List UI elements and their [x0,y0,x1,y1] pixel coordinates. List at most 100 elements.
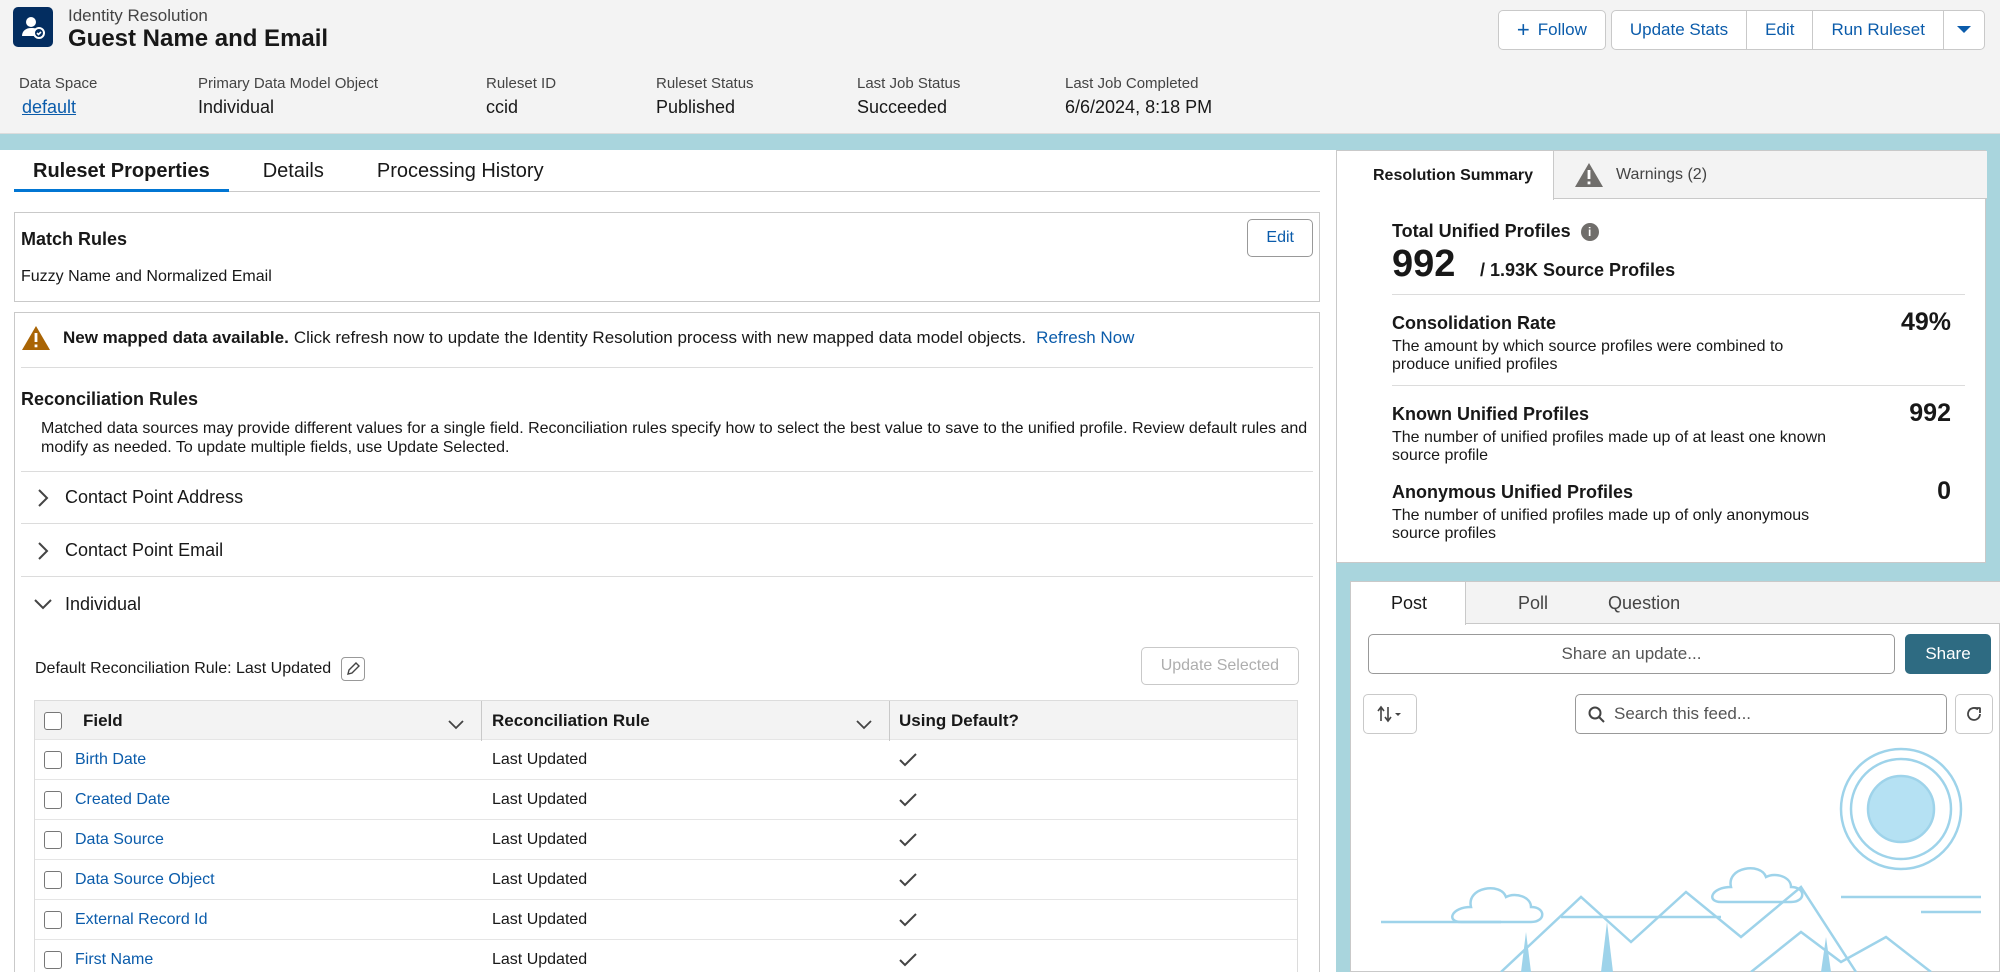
share-button[interactable]: Share [1905,634,1991,674]
match-rules-title: Match Rules [21,229,128,249]
chevron-down-icon [1957,26,1971,33]
check-icon [899,820,917,860]
table-row: Data Source Last Updated [34,820,1298,860]
divider [1392,294,1965,295]
consolidation-rate-desc: The amount by which source profiles were… [1392,338,1784,373]
tab-resolution-summary[interactable]: Resolution Summary [1337,151,1555,200]
tab-post[interactable]: Post [1351,582,1467,625]
field-link[interactable]: First Name [75,940,153,972]
known-unified-desc: The number of unified profiles made up o… [1392,429,1827,464]
known-unified-value: 992 [1909,399,1951,427]
column-divider [481,701,482,741]
anonymous-unified-desc: The number of unified profiles made up o… [1392,507,1810,542]
plus-icon: + [1516,17,1530,42]
refresh-icon [1967,707,1981,721]
object-type-label: Identity Resolution [68,6,208,25]
chatter-feed-card: Post Poll Question Share an update... Sh… [1350,581,2000,972]
field-link[interactable]: Birth Date [75,740,146,780]
edit-button[interactable]: Edit [1747,10,1814,50]
row-checkbox[interactable] [44,911,62,929]
reconciliation-rules-description: Matched data sources may provide differe… [41,420,1308,456]
match-rules-edit-button[interactable]: Edit [1247,219,1313,257]
sort-icon [1377,705,1401,723]
field-data-space: Data Space default [19,75,98,118]
tab-processing-history[interactable]: Processing History [343,160,563,192]
check-icon [899,860,917,900]
table-row: Birth Date Last Updated [34,740,1298,780]
table-header: Field Reconciliation Rule Using Default? [34,700,1298,741]
warning-icon [22,326,50,350]
match-rules-card: Match Rules Edit Fuzzy Name and Normaliz… [14,212,1320,302]
chevron-down-icon [21,598,65,610]
sort-feed-button[interactable] [1363,694,1417,734]
check-icon [899,740,917,780]
run-ruleset-button[interactable]: Run Ruleset [1813,10,1944,50]
field-ruleset-status: Ruleset Status Published [656,75,754,117]
field-link[interactable]: Data Source [75,820,164,860]
row-checkbox[interactable] [44,751,62,769]
reconciliation-rules-title: Reconciliation Rules [21,389,199,409]
column-using-default: Using Default? [899,711,1019,730]
table-row: Data Source Object Last Updated [34,860,1298,900]
field-link[interactable]: Created Date [75,780,170,820]
update-selected-button[interactable]: Update Selected [1140,647,1299,685]
known-unified-label: Known Unified Profiles [1392,404,1590,424]
divider [21,367,1313,368]
search-feed-input[interactable]: Search this feed... [1575,694,1947,734]
empty-feed-illustration [1381,747,1981,972]
chevron-down-icon[interactable] [856,715,872,735]
field-last-job-status: Last Job Status Succeeded [857,75,961,117]
chevron-right-icon [21,488,65,507]
section-contact-point-email[interactable]: Contact Point Email [21,525,1313,577]
row-checkbox[interactable] [44,951,62,969]
tab-details[interactable]: Details [229,160,343,192]
rule-value: Last Updated [492,951,588,968]
warning-icon [1575,163,1604,187]
search-icon [1588,706,1605,723]
rule-value: Last Updated [492,831,588,848]
table-row: External Record Id Last Updated [34,900,1298,940]
row-checkbox[interactable] [44,791,62,809]
default-reconciliation-rule: Default Reconciliation Rule: Last Update… [35,657,366,681]
row-checkbox[interactable] [44,831,62,849]
tab-poll[interactable]: Poll [1466,582,1588,624]
row-checkbox[interactable] [44,871,62,889]
refresh-now-link[interactable]: Refresh Now [1036,328,1134,348]
share-update-input[interactable]: Share an update... [1368,634,1895,674]
edit-pencil-icon[interactable] [341,657,366,681]
rule-value: Last Updated [492,751,588,768]
consolidation-rate-value: 49% [1900,308,1951,336]
chevron-down-icon[interactable] [448,715,464,735]
page-title: Guest Name and Email [68,25,329,52]
section-contact-point-address[interactable]: Contact Point Address [21,472,1313,524]
column-divider [889,701,890,741]
rule-value: Last Updated [492,791,588,808]
field-link[interactable]: External Record Id [75,900,208,940]
column-field[interactable]: Field [83,701,123,741]
total-unified-label: Total Unified Profiles i [1392,221,1599,242]
new-data-warning: New mapped data available. Click refresh… [21,325,1134,351]
tab-warnings[interactable]: Warnings (2) [1554,151,1727,199]
match-rules-text: Fuzzy Name and Normalized Email [21,268,272,285]
resolution-summary-card: Resolution Summary Warnings (2) Total Un… [1336,150,1987,563]
data-space-link[interactable]: default [22,97,97,118]
follow-button[interactable]: + Follow [1497,10,1606,50]
consolidation-rate-label: Consolidation Rate [1392,313,1557,333]
rule-value: Last Updated [492,871,588,888]
ruleset-main-panel: Ruleset Properties Details Processing Hi… [0,150,1336,972]
tab-ruleset-properties[interactable]: Ruleset Properties [14,160,229,192]
anonymous-unified-label: Anonymous Unified Profiles [1392,482,1634,502]
field-primary-dmo: Primary Data Model Object Individual [198,75,379,117]
tab-question[interactable]: Question [1588,582,1700,624]
info-icon[interactable]: i [1580,223,1599,242]
section-individual[interactable]: Individual [21,578,1313,630]
update-stats-button[interactable]: Update Stats [1610,10,1748,50]
more-actions-button[interactable] [1944,10,1985,50]
select-all-checkbox[interactable] [44,712,62,730]
record-tabs: Ruleset Properties Details Processing Hi… [14,160,1320,192]
column-reconciliation-rule[interactable]: Reconciliation Rule [492,701,650,741]
record-header: Identity Resolution Guest Name and Email… [0,0,2000,134]
field-link[interactable]: Data Source Object [75,860,215,900]
summary-tabs: Resolution Summary Warnings (2) [1337,151,1987,200]
refresh-feed-button[interactable] [1955,694,1993,734]
